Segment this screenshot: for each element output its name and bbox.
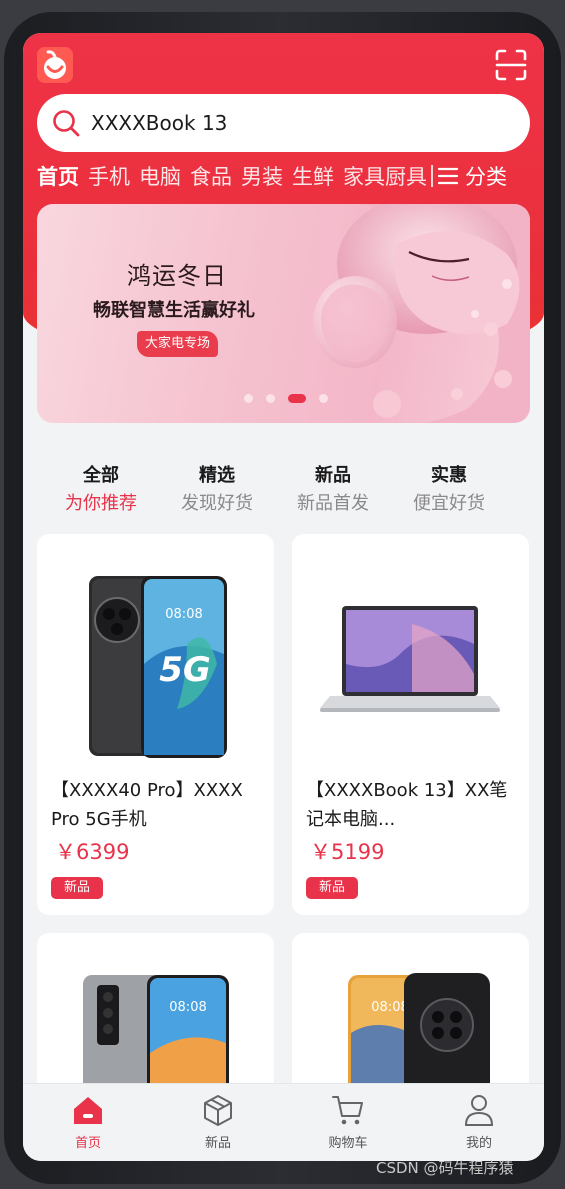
- search-query-text: XXXXBook 13: [91, 111, 228, 135]
- product-name: 【XXXX40 Pro】XXXX Pro 5G手机: [51, 780, 243, 830]
- category-item-phone[interactable]: 手机: [88, 161, 130, 191]
- tab-value[interactable]: 实惠 便宜好货: [399, 461, 499, 515]
- product-price: ￥5199: [310, 840, 385, 864]
- nav-label: 新品: [204, 1136, 231, 1151]
- watermark: CSDN @码牛程序猿: [376, 1159, 514, 1177]
- carousel-dot[interactable]: [244, 394, 253, 403]
- app-screen: XXXXBook 13 首页 手机 电脑 食品 男装 生鲜 家具厨具 分类 鸿运…: [23, 33, 544, 1161]
- cart-icon: [332, 1096, 363, 1125]
- nav-label: 我的: [465, 1136, 492, 1151]
- app-logo: [37, 47, 73, 83]
- search-icon: [53, 110, 80, 137]
- carousel-dot[interactable]: [266, 394, 275, 403]
- category-item-computer[interactable]: 电脑: [139, 161, 181, 191]
- tab-subtitle: 为你推荐: [65, 493, 137, 514]
- home-icon: [74, 1097, 102, 1124]
- carousel-dot[interactable]: [319, 394, 328, 403]
- category-item-food[interactable]: 食品: [190, 161, 232, 191]
- banner-subtitle: 畅联智慧生活赢好礼: [93, 300, 255, 321]
- phone-screen-time: 08:08: [371, 1000, 408, 1015]
- category-all-button[interactable]: 分类: [465, 161, 507, 191]
- phone-5g-mark: 5G: [159, 650, 211, 690]
- nav-label: 购物车: [328, 1136, 368, 1151]
- category-divider: [431, 165, 433, 187]
- category-nav: 首页 手机 电脑 食品 男装 生鲜 家具厨具 分类: [37, 160, 537, 192]
- tab-new[interactable]: 新品 新品首发: [283, 461, 383, 515]
- nav-cart[interactable]: 购物车: [308, 1092, 388, 1151]
- category-item-fresh[interactable]: 生鲜: [292, 161, 334, 191]
- tab-featured[interactable]: 精选 发现好货: [167, 461, 267, 515]
- carousel-dot-active[interactable]: [288, 394, 306, 403]
- product-badge: 新品: [306, 877, 358, 899]
- product-card[interactable]: 08:08 5G 【XXXX40 Pro】XXXX Pro 5G手机 ￥6399…: [37, 534, 274, 915]
- feed-tabs: 全部 为你推荐 精选 发现好货 新品 新品首发 实惠 便宜好货: [51, 461, 521, 515]
- nav-profile[interactable]: 我的: [439, 1092, 519, 1151]
- product-card[interactable]: 【XXXXBook 13】XX笔记本电脑... ￥5199 新品: [292, 534, 529, 915]
- product-image-laptop: [320, 606, 500, 712]
- phone-screen-time: 08:08: [165, 607, 202, 622]
- product-image-phone: 08:08 5G: [89, 576, 227, 758]
- product-price: ￥6399: [55, 840, 130, 864]
- promo-banner[interactable]: 鸿运冬日 畅联智慧生活赢好礼 大家电专场: [37, 204, 530, 423]
- tab-title: 实惠: [431, 465, 467, 486]
- category-item-furniture[interactable]: 家具厨具: [343, 161, 427, 191]
- logo-icon: [37, 47, 73, 83]
- nav-new[interactable]: 新品: [178, 1092, 258, 1151]
- menu-icon[interactable]: [437, 165, 459, 187]
- tab-title: 全部: [83, 465, 119, 486]
- nav-label: 首页: [74, 1136, 101, 1151]
- product-badge: 新品: [51, 877, 103, 899]
- tab-subtitle: 新品首发: [297, 493, 369, 514]
- box-icon: [204, 1095, 232, 1126]
- banner-tag: 大家电专场: [137, 331, 219, 357]
- tab-subtitle: 发现好货: [181, 493, 253, 514]
- tab-all[interactable]: 全部 为你推荐: [51, 461, 151, 515]
- user-icon: [464, 1095, 494, 1126]
- scan-icon[interactable]: [494, 48, 528, 82]
- category-item-menswear[interactable]: 男装: [241, 161, 283, 191]
- tab-subtitle: 便宜好货: [413, 493, 485, 514]
- tab-title: 新品: [315, 465, 351, 486]
- product-name: 【XXXXBook 13】XX笔记本电脑...: [306, 780, 508, 830]
- bottom-nav: 首页 新品 购物车 我的: [23, 1083, 544, 1161]
- tab-title: 精选: [199, 465, 235, 486]
- carousel-indicator: [244, 394, 341, 403]
- category-item-home[interactable]: 首页: [37, 161, 79, 191]
- banner-title: 鸿运冬日: [127, 262, 227, 290]
- nav-home[interactable]: 首页: [48, 1092, 128, 1151]
- search-bar[interactable]: XXXXBook 13: [37, 94, 530, 152]
- phone-screen-time: 08:08: [169, 1000, 206, 1015]
